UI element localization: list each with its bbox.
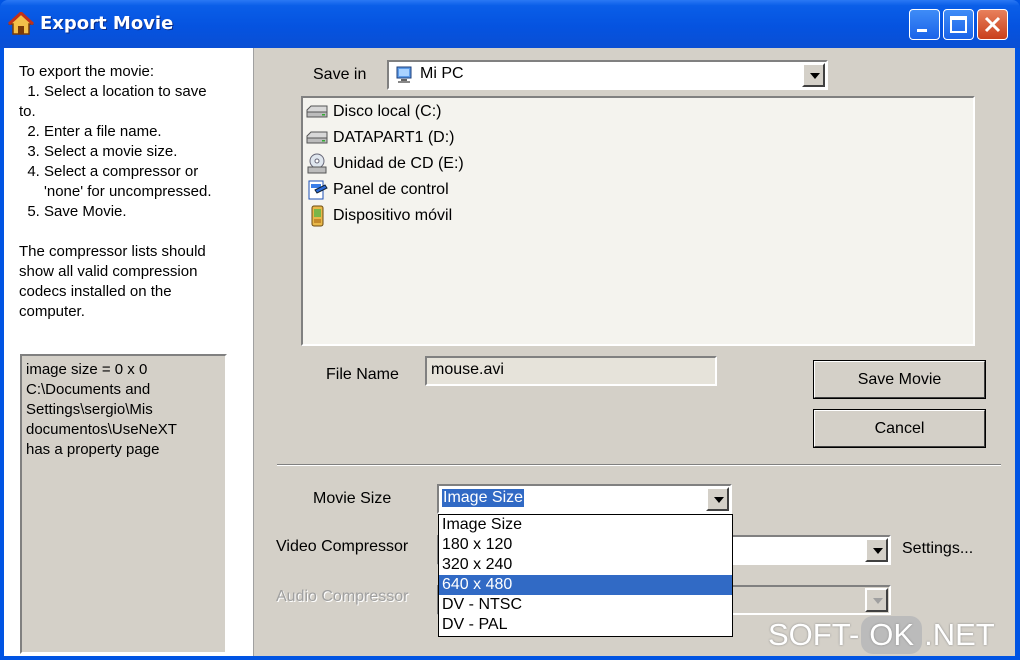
info-line: documentos\UseNeXT xyxy=(26,421,177,438)
list-item-label: Panel de control xyxy=(333,181,449,198)
list-item[interactable]: DATAPART1 (D:) xyxy=(305,126,455,150)
movie-size-options-list[interactable]: Image Size 180 x 120 320 x 240 640 x 480… xyxy=(438,514,733,637)
save-in-dropdown-arrow[interactable] xyxy=(802,63,825,87)
instruction-line: 'none' for uncompressed. xyxy=(19,183,212,200)
location-list[interactable]: Disco local (C:) DATAPART1 (D:) Unidad d… xyxy=(301,96,975,346)
save-in-label: Save in xyxy=(313,66,367,83)
title-bar[interactable]: Export Movie xyxy=(0,0,1020,48)
close-button[interactable] xyxy=(977,9,1008,40)
help-panel: To export the movie: 1. Select a locatio… xyxy=(4,48,254,656)
instruction-line: The compressor lists should xyxy=(19,243,206,260)
info-line: C:\Documents and xyxy=(26,381,151,398)
dialog-client-area: To export the movie: 1. Select a locatio… xyxy=(4,48,1015,656)
watermark-right: .NET xyxy=(924,617,995,652)
home-icon xyxy=(8,12,34,35)
movie-size-dropdown[interactable]: Image Size xyxy=(437,484,732,514)
divider xyxy=(277,464,1001,466)
instruction-line: 3. Select a movie size. xyxy=(19,143,178,160)
watermark-badge: OK xyxy=(861,616,923,654)
info-line: image size = 0 x 0 xyxy=(26,361,148,378)
instruction-line: computer. xyxy=(19,303,85,320)
list-item[interactable]: Disco local (C:) xyxy=(305,100,441,124)
export-movie-window: Export Movie To export the movie: 1. Sel… xyxy=(0,0,1020,660)
audio-compressor-dropdown-arrow[interactable] xyxy=(865,588,888,612)
dropdown-option[interactable]: 180 x 120 xyxy=(439,535,732,555)
instruction-line: 2. Enter a file name. xyxy=(19,123,162,140)
cancel-button[interactable]: Cancel xyxy=(813,409,986,448)
save-movie-button[interactable]: Save Movie xyxy=(813,360,986,399)
list-item-label: Dispositivo móvil xyxy=(333,207,453,224)
instruction-line xyxy=(19,222,244,242)
info-line: has a property page xyxy=(26,441,160,458)
file-name-label: File Name xyxy=(326,366,399,383)
save-in-dropdown[interactable]: Mi PC xyxy=(387,60,828,90)
maximize-icon xyxy=(950,16,967,33)
video-compressor-dropdown-arrow[interactable] xyxy=(865,538,888,562)
list-item[interactable]: Unidad de CD (E:) xyxy=(305,152,464,176)
dropdown-option[interactable]: 320 x 240 xyxy=(439,555,732,575)
drive-icon xyxy=(306,105,328,118)
info-box[interactable]: image size = 0 x 0 C:\Documents and Sett… xyxy=(20,354,227,654)
dropdown-option[interactable]: DV - NTSC xyxy=(439,595,732,615)
save-in-value: Mi PC xyxy=(420,65,464,82)
window-title: Export Movie xyxy=(40,13,174,34)
instruction-line: 5. Save Movie. xyxy=(19,203,127,220)
list-item[interactable]: Panel de control xyxy=(305,178,449,202)
list-item-label: DATAPART1 (D:) xyxy=(333,129,455,146)
instruction-line: to. xyxy=(19,103,36,120)
instruction-line: 1. Select a location to save xyxy=(19,83,207,100)
computer-icon xyxy=(396,66,412,83)
export-options-panel: Save in Mi PC Disco local (C:) DATAPART1… xyxy=(253,48,1015,656)
dropdown-option[interactable]: Image Size xyxy=(439,515,732,535)
video-compressor-label: Video Compressor xyxy=(276,538,409,555)
minimize-button[interactable] xyxy=(909,9,940,40)
instruction-line: codecs installed on the xyxy=(19,283,172,300)
list-item-label: Unidad de CD (E:) xyxy=(333,155,464,172)
instruction-line: To export the movie: xyxy=(19,63,155,80)
info-line: Settings\sergio\Mis xyxy=(26,401,153,418)
close-icon xyxy=(984,16,1001,33)
movie-size-label: Movie Size xyxy=(313,490,392,507)
list-item[interactable]: Dispositivo móvil xyxy=(305,204,452,228)
cd-drive-icon xyxy=(307,153,327,174)
control-panel-icon xyxy=(308,180,328,200)
list-item-label: Disco local (C:) xyxy=(333,103,442,120)
maximize-button[interactable] xyxy=(943,9,974,40)
dropdown-option[interactable]: 640 x 480 xyxy=(439,575,732,595)
audio-compressor-label: Audio Compressor xyxy=(276,588,409,605)
instruction-line: show all valid compression xyxy=(19,263,198,280)
drive-icon xyxy=(306,131,328,144)
mobile-device-icon xyxy=(311,205,324,227)
dropdown-option[interactable]: DV - PAL xyxy=(439,615,732,635)
minimize-icon xyxy=(917,29,927,32)
file-name-input[interactable]: mouse.avi xyxy=(425,356,717,386)
watermark: SOFT- OK .NET xyxy=(768,615,995,655)
movie-size-value: Image Size xyxy=(442,489,525,507)
instructions-text: To export the movie: 1. Select a locatio… xyxy=(19,62,244,322)
movie-size-dropdown-arrow[interactable] xyxy=(706,487,729,511)
instruction-line: 4. Select a compressor or xyxy=(19,163,199,180)
settings-link[interactable]: Settings... xyxy=(902,540,973,558)
watermark-left: SOFT- xyxy=(768,617,860,652)
